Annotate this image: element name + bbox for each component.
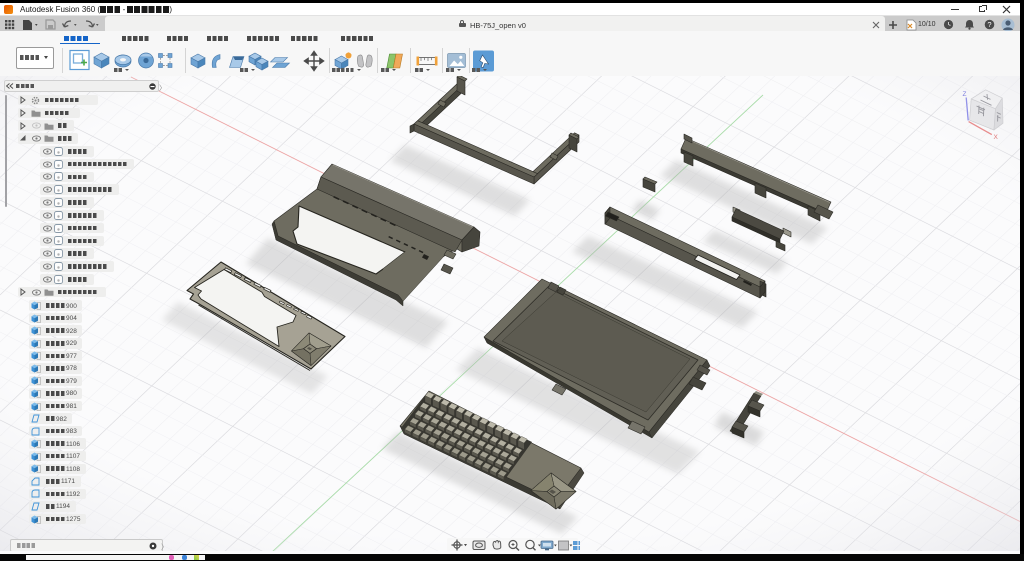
svg-text:?: ? (987, 20, 991, 29)
